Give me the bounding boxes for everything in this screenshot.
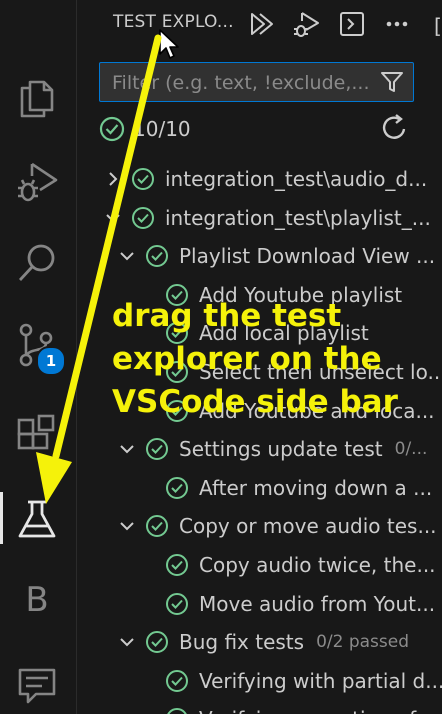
tree-item-label: Playlist Download View ... (179, 244, 436, 269)
tree-item[interactable]: Copy or move audio tes... (77, 507, 442, 545)
tree-item[interactable]: Add local playlist (77, 314, 442, 352)
refresh-icon[interactable] (379, 112, 411, 144)
test-passed-icon (167, 708, 187, 714)
mouse-cursor-icon (159, 29, 179, 59)
tree-item-label: Verifying execution of... (199, 707, 434, 714)
tree-item-label: integration_test\playlist_... (165, 205, 431, 230)
tree-item-label: Copy audio twice, the... (199, 553, 436, 577)
source-control-badge: 1 (36, 346, 66, 376)
tree-item[interactable]: Add Youtube playlist (77, 276, 442, 314)
remote-chat-icon[interactable] (12, 660, 62, 710)
debug-tests-icon[interactable] (289, 8, 323, 40)
tree-item[interactable]: Select then unselect lo... (77, 353, 442, 391)
testing-beaker-icon[interactable] (12, 494, 62, 544)
tree-item-label: Bug fix tests (179, 630, 305, 655)
tree-item-label: Settings update test (179, 437, 383, 462)
tree-item[interactable]: Add Youtube and loca... (77, 392, 442, 430)
test-passed-icon (132, 206, 154, 229)
test-count: 10/10 (133, 117, 191, 141)
panel-edge-fragment: [ (434, 14, 442, 38)
tree-item-status: 0/... (394, 439, 428, 460)
tree-item-label: Select then unselect lo... (199, 360, 442, 384)
passed-check-icon (99, 116, 125, 142)
test-passed-icon (146, 245, 168, 268)
tree-item-label: Move audio from Yout... (199, 591, 436, 616)
test-passed-icon (166, 592, 188, 615)
tree-item[interactable]: After moving down a ... (77, 469, 442, 507)
chevron-down-icon[interactable] (117, 632, 137, 652)
tree-item-label: Verifying with partial d... (199, 668, 442, 693)
tree-item-label: Copy or move audio tes... (179, 514, 437, 539)
search-icon[interactable] (12, 238, 62, 288)
test-summary: 10/10 (99, 112, 191, 146)
chevron-down-icon[interactable] (117, 516, 137, 536)
test-passed-icon (166, 399, 188, 422)
chevron-right-icon[interactable] (103, 169, 123, 189)
extensions-icon[interactable] (12, 410, 62, 460)
more-actions-icon[interactable] (380, 8, 414, 40)
tree-item[interactable]: integration_test\audio_d... (77, 160, 442, 198)
test-passed-icon (166, 669, 188, 692)
filter-input-box[interactable] (99, 62, 414, 103)
activity-bar: 1 B (0, 0, 77, 714)
chevron-down-icon[interactable] (117, 246, 137, 266)
tree-item[interactable]: Playlist Download View ... (77, 237, 442, 275)
test-passed-icon (146, 438, 168, 461)
active-indicator (0, 492, 3, 544)
tree-item-label: Add Youtube playlist (199, 282, 403, 307)
explorer-files-icon[interactable] (12, 70, 62, 120)
tree-item[interactable]: Copy audio twice, the... (77, 546, 442, 584)
test-passed-icon (166, 554, 188, 576)
test-passed-icon (146, 631, 168, 654)
test-passed-icon (166, 283, 188, 306)
tree-item-label: Add local playlist (199, 321, 369, 346)
test-passed-icon (166, 476, 188, 499)
tree-item[interactable]: Settings update test 0/... (77, 430, 442, 468)
filter-funnel-icon[interactable] (379, 69, 405, 95)
test-passed-icon (146, 515, 168, 538)
b-extension-icon[interactable]: B (20, 580, 54, 620)
tree-item-label: integration_test\audio_d... (165, 167, 428, 191)
tree-item-status: 0/2 passed (316, 632, 410, 653)
tree-item[interactable]: Verifying execution of... (77, 700, 442, 714)
chevron-down-icon[interactable] (117, 439, 137, 459)
terminal-output-icon[interactable] (335, 8, 369, 40)
test-passed-icon (166, 361, 188, 383)
chevron-down-icon[interactable] (103, 208, 123, 228)
filter-input[interactable] (110, 63, 374, 103)
test-passed-icon (166, 322, 188, 345)
tree-item[interactable]: integration_test\playlist_... (77, 199, 442, 237)
test-passed-icon (132, 168, 154, 190)
tree-item-label: After moving down a ... (199, 475, 433, 500)
run-and-debug-icon[interactable] (12, 156, 62, 206)
tree-item[interactable]: Verifying with partial d... (77, 662, 442, 700)
test-explorer-panel: TEST EXPLO... [Filter (e.g. text, !excl… (77, 0, 442, 714)
tree-item[interactable]: Bug fix tests 0/2 passed (77, 623, 442, 661)
tree-item-label: Add Youtube and loca... (199, 398, 435, 423)
tree-item[interactable]: Move audio from Yout... (77, 585, 442, 623)
run-tests-icon[interactable] (245, 8, 279, 40)
